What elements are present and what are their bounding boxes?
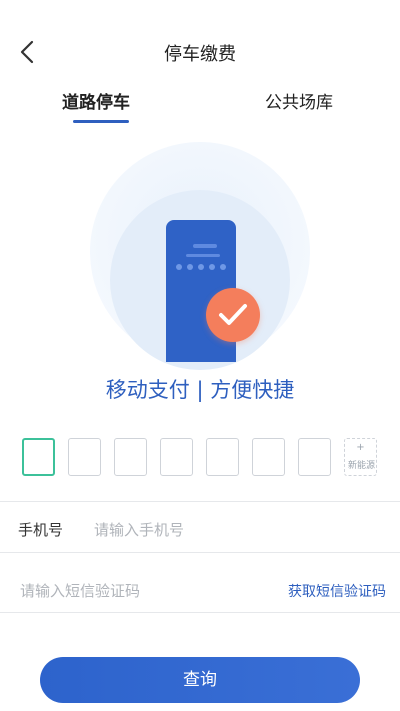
plate-char-box[interactable] xyxy=(114,438,147,476)
phone-input[interactable] xyxy=(92,515,376,545)
new-energy-plate-box[interactable]: + 新能源 xyxy=(344,438,377,476)
tab-public-garage[interactable]: 公共场库 xyxy=(265,88,333,113)
phone-line xyxy=(186,254,220,257)
slogan: 移动支付 | 方便快捷 xyxy=(105,378,295,402)
tab-bar: 道路停车 公共场库 xyxy=(0,88,400,128)
phone-row: 手机号 xyxy=(0,503,400,553)
plate-char-box[interactable] xyxy=(22,438,55,476)
divider xyxy=(0,552,400,553)
new-energy-label: 新能源 xyxy=(347,461,375,471)
query-button[interactable]: 查询 xyxy=(40,657,360,703)
get-sms-code-button[interactable]: 获取短信验证码 xyxy=(288,581,386,601)
page-title: 停车缴费 xyxy=(164,44,236,65)
checkmark-badge xyxy=(206,288,260,342)
checkmark-icon xyxy=(219,304,247,325)
payment-illustration xyxy=(90,142,310,370)
plate-char-box[interactable] xyxy=(252,438,285,476)
divider xyxy=(0,612,400,613)
active-tab-indicator xyxy=(73,120,129,123)
code-row: 获取短信验证码 xyxy=(0,563,400,613)
phone-label: 手机号 xyxy=(18,521,64,539)
plate-char-box[interactable] xyxy=(298,438,331,476)
plate-char-box[interactable] xyxy=(206,438,239,476)
tab-road-parking[interactable]: 道路停车 xyxy=(62,88,130,113)
header: 停车缴费 xyxy=(0,0,400,100)
sms-code-input[interactable] xyxy=(18,577,262,605)
plus-icon: + xyxy=(356,442,365,453)
plate-char-box[interactable] xyxy=(68,438,101,476)
plate-char-box[interactable] xyxy=(160,438,193,476)
phone-dots xyxy=(176,264,226,270)
divider xyxy=(0,501,400,502)
phone-speaker xyxy=(193,244,217,248)
